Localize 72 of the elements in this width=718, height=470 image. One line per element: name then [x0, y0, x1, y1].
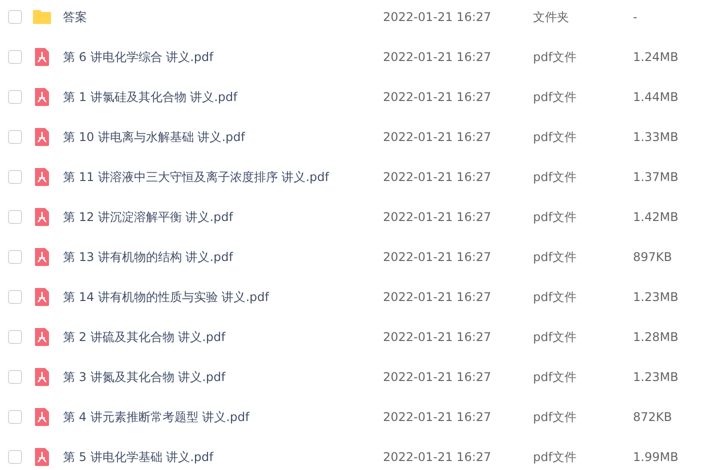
pdf-file-icon [32, 247, 52, 267]
file-size: 897KB [633, 250, 672, 264]
file-size: 872KB [633, 410, 672, 424]
file-name[interactable]: 第 14 讲有机物的性质与实验 讲义.pdf [63, 288, 383, 306]
modified-date: 2022-01-21 16:27 [383, 50, 492, 64]
checkbox[interactable] [8, 410, 22, 424]
pdf-file-icon [32, 127, 52, 147]
modified-date: 2022-01-21 16:27 [383, 330, 492, 344]
file-size: 1.23MB [633, 290, 678, 304]
modified-date: 2022-01-21 16:27 [383, 410, 492, 424]
file-size: 1.33MB [633, 130, 678, 144]
file-type: pdf文件 [533, 368, 578, 386]
file-type: pdf文件 [533, 328, 578, 346]
file-size: 1.37MB [633, 170, 678, 184]
folder-icon [32, 7, 52, 27]
modified-date: 2022-01-21 16:27 [383, 210, 492, 224]
modified-date: 2022-01-21 16:27 [383, 450, 492, 464]
pdf-file-icon [32, 367, 52, 387]
pdf-file-icon [32, 47, 52, 67]
checkbox[interactable] [8, 210, 22, 224]
checkbox[interactable] [8, 250, 22, 264]
checkbox[interactable] [8, 330, 22, 344]
file-size: 1.99MB [633, 450, 678, 464]
pdf-file-icon [32, 327, 52, 347]
file-name[interactable]: 第 10 讲电离与水解基础 讲义.pdf [63, 128, 383, 146]
file-type: pdf文件 [533, 448, 578, 466]
file-size: - [633, 10, 638, 24]
checkbox[interactable] [8, 50, 22, 64]
file-size: 1.28MB [633, 330, 678, 344]
file-name[interactable]: 第 13 讲有机物的结构 讲义.pdf [63, 248, 383, 266]
file-size: 1.42MB [633, 210, 678, 224]
pdf-file-icon [32, 87, 52, 107]
file-type: pdf文件 [533, 288, 578, 306]
file-type: pdf文件 [533, 48, 578, 66]
modified-date: 2022-01-21 16:27 [383, 130, 492, 144]
modified-date: 2022-01-21 16:27 [383, 290, 492, 304]
checkbox[interactable] [8, 290, 22, 304]
file-type: pdf文件 [533, 88, 578, 106]
modified-date: 2022-01-21 16:27 [383, 170, 492, 184]
pdf-file-icon [32, 407, 52, 427]
modified-date: 2022-01-21 16:27 [383, 10, 492, 24]
modified-date: 2022-01-21 16:27 [383, 90, 492, 104]
file-name[interactable]: 第 3 讲氮及其化合物 讲义.pdf [63, 368, 383, 386]
file-name[interactable]: 第 6 讲电化学综合 讲义.pdf [63, 48, 383, 66]
modified-date: 2022-01-21 16:27 [383, 370, 492, 384]
file-type: pdf文件 [533, 168, 578, 186]
checkbox[interactable] [8, 130, 22, 144]
file-name[interactable]: 第 5 讲电化学基础 讲义.pdf [63, 448, 383, 466]
file-type: pdf文件 [533, 208, 578, 226]
file-name[interactable]: 第 12 讲沉淀溶解平衡 讲义.pdf [63, 208, 383, 226]
checkbox[interactable] [8, 90, 22, 104]
file-type: pdf文件 [533, 248, 578, 266]
file-name[interactable]: 第 2 讲硫及其化合物 讲义.pdf [63, 328, 383, 346]
modified-date: 2022-01-21 16:27 [383, 250, 492, 264]
file-name[interactable]: 第 4 讲元素推断常考题型 讲义.pdf [63, 408, 383, 426]
file-type: pdf文件 [533, 408, 578, 426]
file-size: 1.24MB [633, 50, 678, 64]
file-size: 1.23MB [633, 370, 678, 384]
pdf-file-icon [32, 207, 52, 227]
file-name[interactable]: 第 11 讲溶液中三大守恒及离子浓度排序 讲义.pdf [63, 168, 383, 186]
file-name[interactable]: 第 1 讲氯硅及其化合物 讲义.pdf [63, 88, 383, 106]
checkbox[interactable] [8, 170, 22, 184]
pdf-file-icon [32, 167, 52, 187]
file-size: 1.44MB [633, 90, 678, 104]
checkbox[interactable] [8, 10, 22, 24]
file-type: pdf文件 [533, 128, 578, 146]
file-name[interactable]: 答案 [63, 8, 383, 26]
pdf-file-icon [32, 287, 52, 307]
pdf-file-icon [32, 447, 52, 467]
checkbox[interactable] [8, 450, 22, 464]
file-type: 文件夹 [533, 8, 570, 26]
checkbox[interactable] [8, 370, 22, 384]
